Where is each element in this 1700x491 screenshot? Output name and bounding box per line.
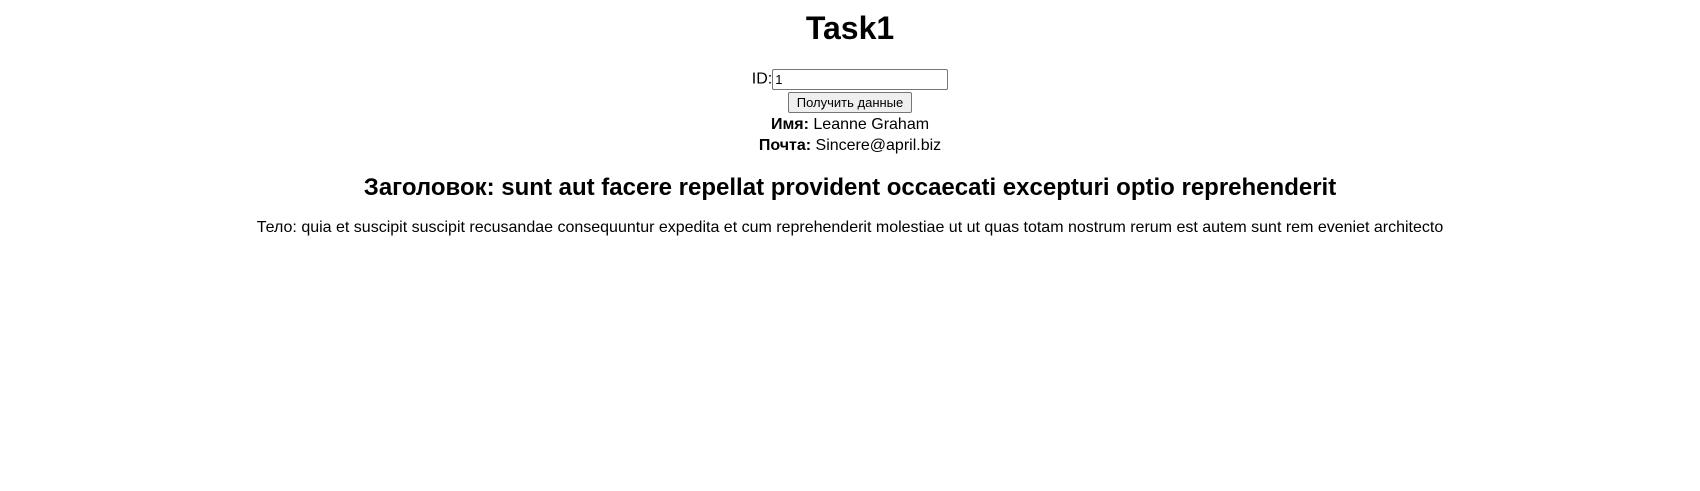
page-container: Task1 ID: Получить данные Имя: Leanne Gr… xyxy=(0,0,1700,238)
user-email-label: Почта: xyxy=(758,137,812,154)
id-label: ID: xyxy=(751,70,773,88)
post-title-value: sunt aut facere repellat provident occae… xyxy=(501,174,1337,201)
user-name-label: Имя: xyxy=(770,116,809,133)
id-row: ID: xyxy=(0,69,1700,91)
id-input[interactable] xyxy=(772,69,949,90)
user-name-row: Имя: Leanne Graham xyxy=(0,114,1700,135)
user-email-value: Sincere@april.biz xyxy=(815,137,942,154)
post-title-label: Заголовок: xyxy=(363,174,495,201)
user-name-value: Leanne Graham xyxy=(813,116,930,133)
post-body-label: Тело: xyxy=(256,219,297,236)
button-row: Получить данные xyxy=(0,92,1700,114)
page-title: Task1 xyxy=(805,10,895,46)
get-data-button[interactable]: Получить данные xyxy=(787,92,913,113)
post-body: Тело: quia et suscipit suscipit recusand… xyxy=(0,218,1700,238)
user-email-row: Почта: Sincere@april.biz xyxy=(0,135,1700,156)
post-title: Заголовок: sunt aut facere repellat prov… xyxy=(0,173,1700,203)
post-body-value: quia et suscipit suscipit recusandae con… xyxy=(301,219,1444,236)
